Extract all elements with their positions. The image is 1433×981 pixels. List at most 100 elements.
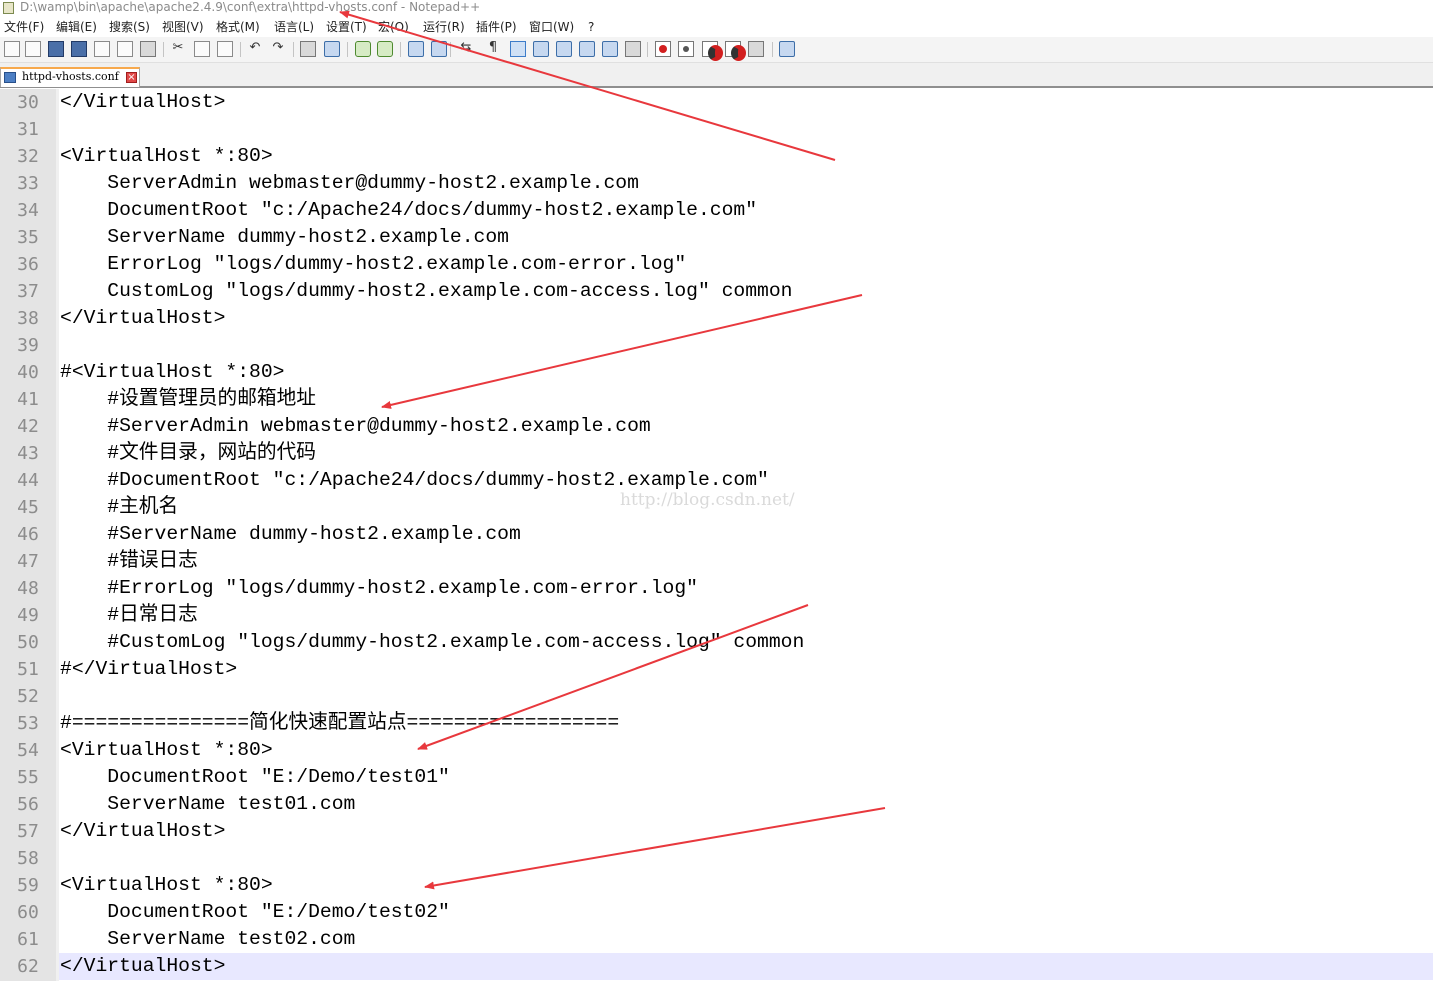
save-icon[interactable]: [48, 41, 64, 57]
user-language-icon[interactable]: [533, 41, 549, 57]
stop-icon[interactable]: [678, 41, 694, 57]
word-wrap-icon[interactable]: ⇆: [458, 41, 474, 57]
line-text-area[interactable]: <VirtualHost *:80>: [59, 872, 1433, 899]
code-line[interactable]: 57 </VirtualHost>: [0, 818, 1433, 845]
play-icon[interactable]: [702, 41, 723, 61]
line-text-area[interactable]: DocumentRoot "E:/Demo/test02": [59, 899, 1433, 926]
zoom-in-icon[interactable]: [355, 41, 371, 57]
code-line[interactable]: 56 ServerName test01.com: [0, 791, 1433, 818]
code-line[interactable]: 60 DocumentRoot "E:/Demo/test02": [0, 899, 1433, 926]
record-icon[interactable]: [655, 41, 671, 57]
function-list-icon[interactable]: [579, 41, 595, 57]
line-text-area[interactable]: [59, 116, 1433, 143]
copy-icon[interactable]: [194, 41, 210, 57]
menu-item-7[interactable]: 宏(O): [378, 17, 409, 37]
line-text-area[interactable]: <VirtualHost *:80>: [59, 737, 1433, 764]
line-text-area[interactable]: #设置管理员的邮箱地址: [59, 386, 1433, 413]
line-text-area[interactable]: [59, 683, 1433, 710]
code-line[interactable]: 48 #ErrorLog "logs/dummy-host2.example.c…: [0, 575, 1433, 602]
code-line[interactable]: 32 <VirtualHost *:80>: [0, 143, 1433, 170]
code-line[interactable]: 47 #错误日志: [0, 548, 1433, 575]
menu-item-0[interactable]: 文件(F): [4, 17, 44, 37]
save-all-icon[interactable]: [71, 41, 87, 57]
menu-item-9[interactable]: 插件(P): [476, 17, 517, 37]
line-text-area[interactable]: #错误日志: [59, 548, 1433, 575]
line-text-area[interactable]: [59, 845, 1433, 872]
line-text-area[interactable]: ServerName dummy-host2.example.com: [59, 224, 1433, 251]
line-text-area[interactable]: CustomLog "logs/dummy-host2.example.com-…: [59, 278, 1433, 305]
menu-item-5[interactable]: 语言(L): [274, 17, 314, 37]
replace-icon[interactable]: [324, 41, 340, 57]
menu-item-10[interactable]: 窗口(W): [529, 17, 574, 37]
cut-icon[interactable]: ✂: [170, 41, 186, 57]
code-line[interactable]: 34 DocumentRoot "c:/Apache24/docs/dummy-…: [0, 197, 1433, 224]
line-text-area[interactable]: #<VirtualHost *:80>: [59, 359, 1433, 386]
line-text-area[interactable]: #ServerName dummy-host2.example.com: [59, 521, 1433, 548]
zoom-out-icon[interactable]: [377, 41, 393, 57]
code-line[interactable]: 55 DocumentRoot "E:/Demo/test01": [0, 764, 1433, 791]
code-line[interactable]: 49 #日常日志: [0, 602, 1433, 629]
line-text-area[interactable]: ErrorLog "logs/dummy-host2.example.com-e…: [59, 251, 1433, 278]
browser-icon[interactable]: [779, 41, 795, 57]
document-map-icon[interactable]: [556, 41, 572, 57]
code-line[interactable]: 51 #</VirtualHost>: [0, 656, 1433, 683]
code-line[interactable]: 61 ServerName test02.com: [0, 926, 1433, 953]
line-text-area[interactable]: </VirtualHost>: [59, 818, 1433, 845]
code-line[interactable]: 37 CustomLog "logs/dummy-host2.example.c…: [0, 278, 1433, 305]
line-text-area[interactable]: DocumentRoot "E:/Demo/test01": [59, 764, 1433, 791]
sync-vertical-icon[interactable]: [408, 41, 424, 57]
sync-horizontal-icon[interactable]: [431, 41, 447, 57]
code-line[interactable]: 50 #CustomLog "logs/dummy-host2.example.…: [0, 629, 1433, 656]
line-text-area[interactable]: #</VirtualHost>: [59, 656, 1433, 683]
pilcrow-icon[interactable]: ¶: [485, 41, 501, 57]
line-text-area[interactable]: #ServerAdmin webmaster@dummy-host2.examp…: [59, 413, 1433, 440]
indent-guide-icon[interactable]: [510, 41, 526, 57]
code-line[interactable]: 33 ServerAdmin webmaster@dummy-host2.exa…: [0, 170, 1433, 197]
line-text-area[interactable]: #CustomLog "logs/dummy-host2.example.com…: [59, 629, 1433, 656]
line-text-area[interactable]: DocumentRoot "c:/Apache24/docs/dummy-hos…: [59, 197, 1433, 224]
find-icon[interactable]: [300, 41, 316, 57]
code-line[interactable]: 59 <VirtualHost *:80>: [0, 872, 1433, 899]
line-text-area[interactable]: #日常日志: [59, 602, 1433, 629]
paste-icon[interactable]: [217, 41, 233, 57]
code-line[interactable]: 36 ErrorLog "logs/dummy-host2.example.co…: [0, 251, 1433, 278]
line-text-area[interactable]: ServerName test01.com: [59, 791, 1433, 818]
code-line[interactable]: 54 <VirtualHost *:80>: [0, 737, 1433, 764]
line-text-area[interactable]: </VirtualHost>: [59, 305, 1433, 332]
code-line[interactable]: 41 #设置管理员的邮箱地址: [0, 386, 1433, 413]
save-macro-icon[interactable]: [748, 41, 764, 57]
code-line[interactable]: 40 #<VirtualHost *:80>: [0, 359, 1433, 386]
redo-icon[interactable]: ↷: [270, 41, 286, 57]
menu-item-2[interactable]: 搜索(S): [109, 17, 150, 37]
code-line[interactable]: 43 #文件目录，网站的代码: [0, 440, 1433, 467]
close-file-icon[interactable]: [94, 41, 110, 57]
new-file-icon[interactable]: [4, 41, 20, 57]
line-text-area[interactable]: </VirtualHost>: [59, 89, 1433, 116]
line-text-area[interactable]: #ErrorLog "logs/dummy-host2.example.com-…: [59, 575, 1433, 602]
open-folder-icon[interactable]: [25, 41, 41, 57]
close-all-icon[interactable]: [117, 41, 133, 57]
code-line[interactable]: 39: [0, 332, 1433, 359]
code-line[interactable]: 38 </VirtualHost>: [0, 305, 1433, 332]
menu-item-6[interactable]: 设置(T): [326, 17, 367, 37]
fast-forward-icon[interactable]: [725, 41, 746, 61]
line-text-area[interactable]: [59, 332, 1433, 359]
menu-item-4[interactable]: 格式(M): [216, 17, 260, 37]
code-line[interactable]: 30 </VirtualHost>: [0, 89, 1433, 116]
folder-workspace-icon[interactable]: [602, 41, 618, 57]
close-icon[interactable]: ×: [126, 72, 137, 83]
print-icon[interactable]: [140, 41, 156, 57]
line-text-area[interactable]: #文件目录，网站的代码: [59, 440, 1433, 467]
code-line[interactable]: 58: [0, 845, 1433, 872]
line-text-area[interactable]: ServerName test02.com: [59, 926, 1433, 953]
code-line[interactable]: 46 #ServerName dummy-host2.example.com: [0, 521, 1433, 548]
line-text-area[interactable]: #===============简化快速配置站点================…: [59, 710, 1433, 737]
menu-item-1[interactable]: 编辑(E): [56, 17, 97, 37]
undo-icon[interactable]: ↶: [247, 41, 263, 57]
eye-icon[interactable]: [625, 41, 641, 57]
line-text-area[interactable]: ServerAdmin webmaster@dummy-host2.exampl…: [59, 170, 1433, 197]
menu-item-11[interactable]: ?: [588, 17, 594, 37]
menu-item-8[interactable]: 运行(R): [423, 17, 465, 37]
line-text-area[interactable]: </VirtualHost>: [59, 953, 1433, 980]
code-line[interactable]: 62 </VirtualHost>: [0, 953, 1433, 980]
